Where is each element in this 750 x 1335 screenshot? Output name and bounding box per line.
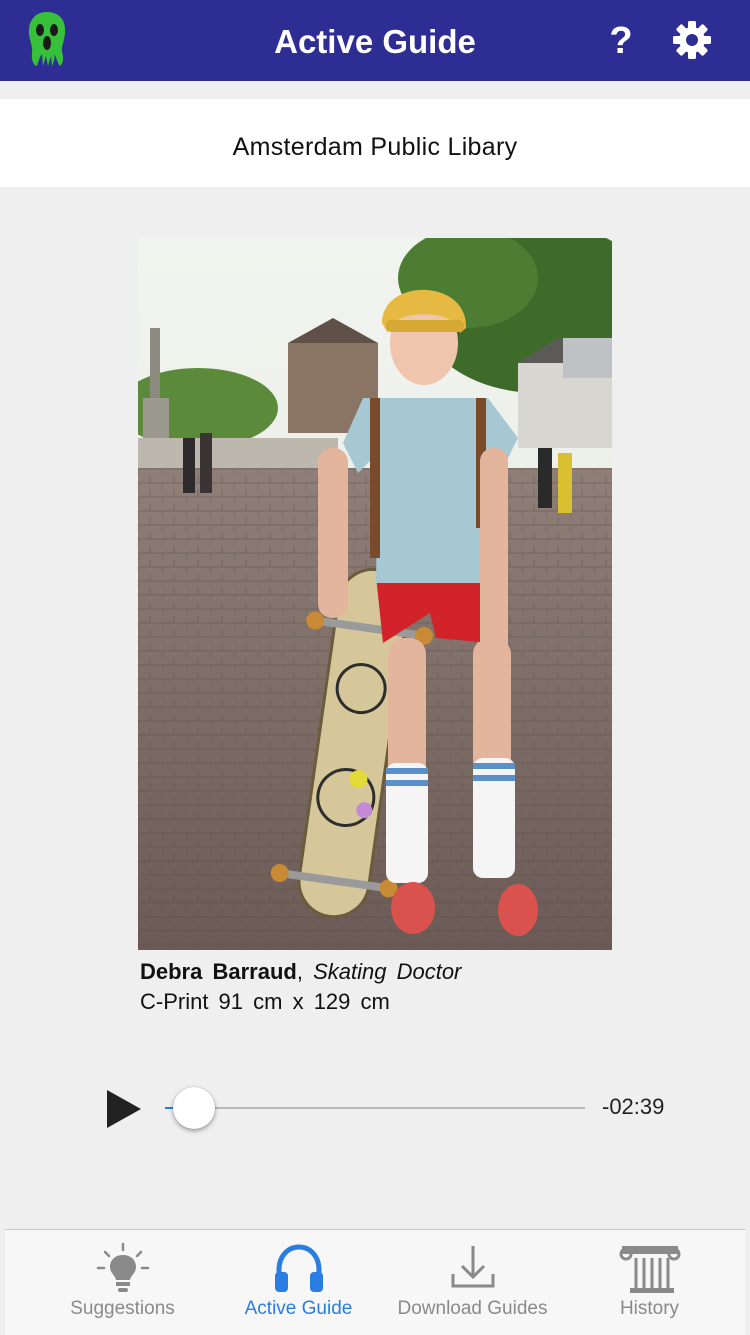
- tab-suggestions[interactable]: Suggestions: [35, 1230, 210, 1335]
- download-icon: [451, 1246, 494, 1288]
- gear-icon[interactable]: [672, 20, 712, 60]
- tab-download-guides[interactable]: Download Guides: [385, 1230, 560, 1335]
- tab-label-history: History: [619, 1298, 680, 1319]
- caption-line-1: Debra Barraud, Skating Doctor: [140, 957, 660, 987]
- column-icon: [619, 1246, 680, 1293]
- artwork-title: Skating Doctor: [313, 959, 462, 984]
- artwork-details: C-Print 91 cm x 129 cm: [140, 989, 390, 1014]
- play-icon[interactable]: [106, 1089, 142, 1129]
- navigation-bar: Active Guide ?: [0, 0, 750, 81]
- help-button[interactable]: ?: [600, 16, 642, 66]
- scream-face-icon[interactable]: [24, 10, 70, 68]
- artwork-image: [138, 238, 612, 950]
- tab-label-active-guide: Active Guide: [244, 1298, 353, 1319]
- tab-label-download-guides: Download Guides: [397, 1298, 548, 1319]
- progress-track[interactable]: [165, 1107, 585, 1109]
- caption-separator: ,: [296, 959, 303, 984]
- tab-bar: Suggestions Active Guide Download Guides: [5, 1229, 745, 1335]
- venue-bar: Amsterdam Public Libary: [0, 99, 750, 187]
- tab-history[interactable]: History: [562, 1230, 737, 1335]
- artwork-caption: Debra Barraud, Skating Doctor C-Print 91…: [140, 957, 660, 1017]
- tab-label-suggestions: Suggestions: [70, 1298, 175, 1319]
- headphones-icon: [274, 1244, 323, 1292]
- lightbulb-icon: [96, 1242, 149, 1292]
- progress-slider-thumb[interactable]: [173, 1087, 216, 1129]
- venue-name: Amsterdam Public Libary: [232, 133, 518, 161]
- progress-fill: [165, 1107, 174, 1109]
- tab-active-guide[interactable]: Active Guide: [211, 1230, 386, 1335]
- artist-name: Debra Barraud: [140, 959, 297, 984]
- time-remaining: -02:39: [602, 1094, 665, 1119]
- artwork-photo: [138, 238, 612, 950]
- audio-player: -02:39: [0, 1080, 750, 1140]
